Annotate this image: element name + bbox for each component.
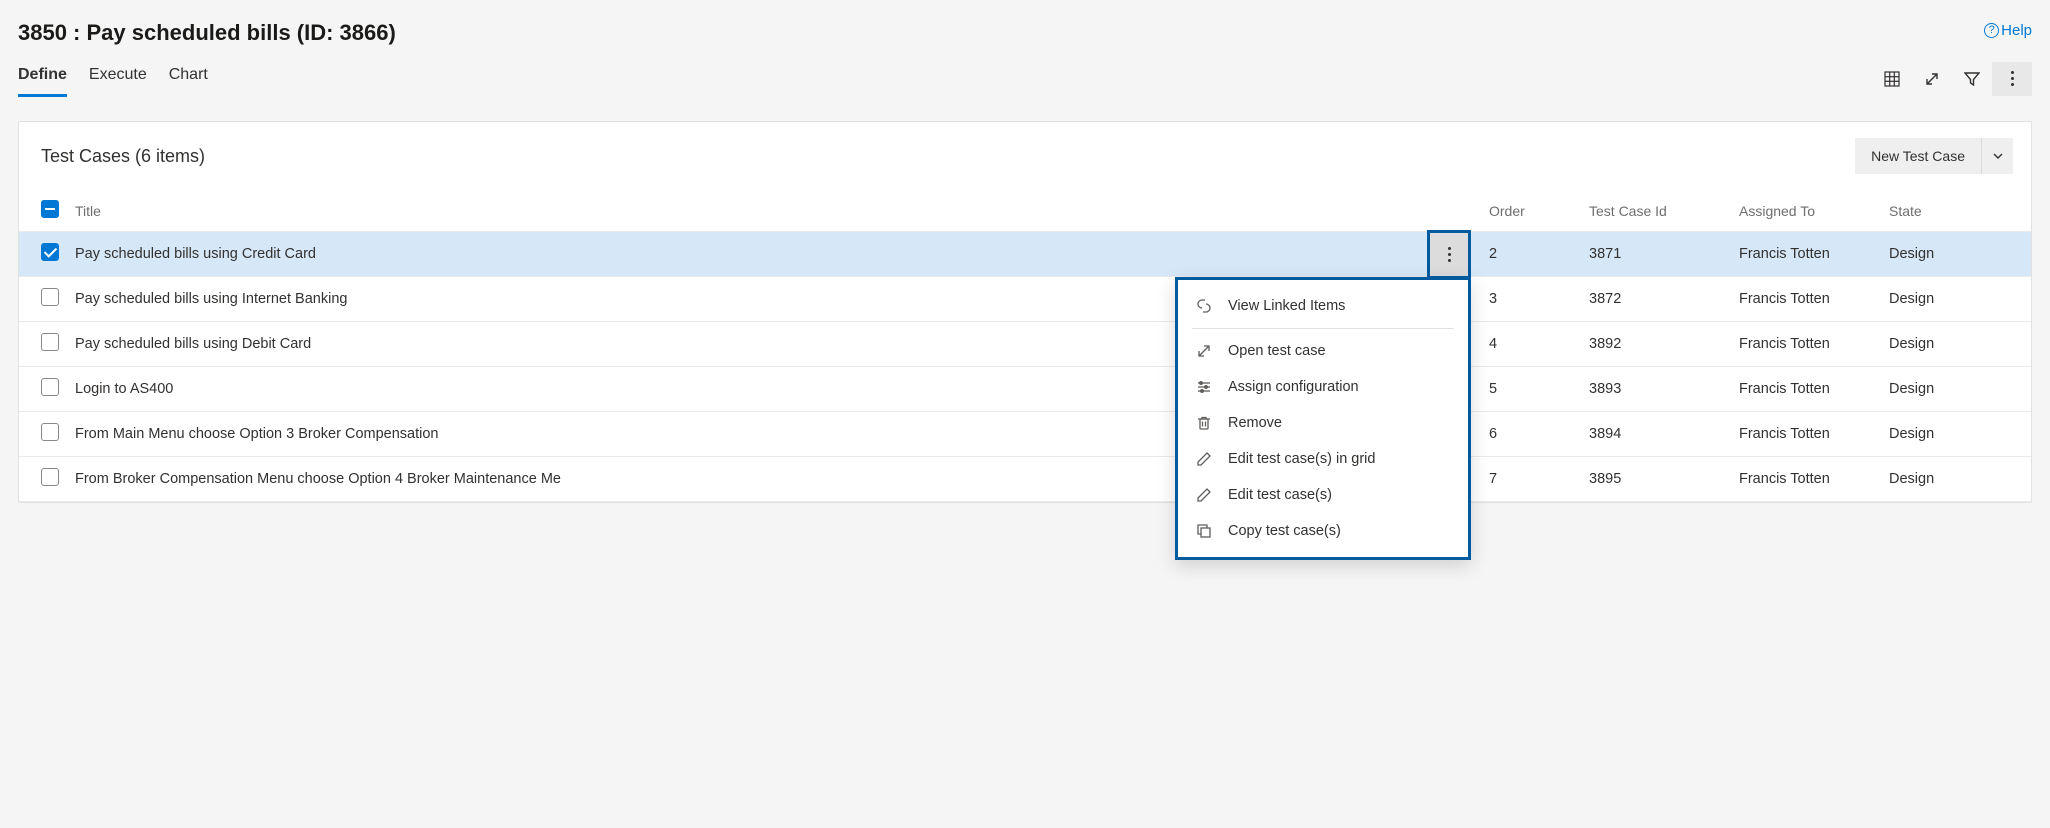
chevron-down-icon xyxy=(1992,150,2004,162)
edit-icon xyxy=(1196,451,1212,467)
menu-item-label: Edit test case(s) in grid xyxy=(1228,451,1375,467)
menu-item-remove[interactable]: Remove xyxy=(1178,405,1468,441)
kebab-icon xyxy=(1448,247,1451,262)
menu-item-label: Copy test case(s) xyxy=(1228,523,1341,539)
column-header-title[interactable]: Title xyxy=(67,190,1481,232)
test-cases-table: Title Order Test Case Id Assigned To Sta… xyxy=(19,190,2031,502)
row-state: Design xyxy=(1881,412,2031,457)
column-header-order[interactable]: Order xyxy=(1481,190,1581,232)
row-assigned-to: Francis Totten xyxy=(1731,322,1881,367)
page-title: 3850 : Pay scheduled bills (ID: 3866) xyxy=(18,16,396,60)
row-checkbox[interactable] xyxy=(41,333,59,351)
row-test-case-id: 3871 xyxy=(1581,232,1731,277)
expand-button[interactable] xyxy=(1912,62,1952,96)
row-test-case-id: 3892 xyxy=(1581,322,1731,367)
row-checkbox[interactable] xyxy=(41,288,59,306)
tab-execute[interactable]: Execute xyxy=(89,60,147,97)
menu-item-label: Open test case xyxy=(1228,343,1326,359)
tab-define[interactable]: Define xyxy=(18,60,67,97)
row-checkbox[interactable] xyxy=(41,423,59,441)
tab-chart[interactable]: Chart xyxy=(169,60,208,97)
column-header-test-case-id[interactable]: Test Case Id xyxy=(1581,190,1731,232)
table-row[interactable]: Pay scheduled bills using Debit Card4389… xyxy=(19,322,2031,367)
row-order: 4 xyxy=(1481,322,1581,367)
row-state: Design xyxy=(1881,277,2031,322)
menu-item-label: Edit test case(s) xyxy=(1228,487,1332,503)
table-row[interactable]: From Broker Compensation Menu choose Opt… xyxy=(19,457,2031,502)
config-icon xyxy=(1196,379,1212,395)
column-header-assigned-to[interactable]: Assigned To xyxy=(1731,190,1881,232)
select-all-checkbox[interactable] xyxy=(41,200,59,218)
context-menu: View Linked Items Open test case Assign co… xyxy=(1175,277,1471,560)
edit-icon xyxy=(1196,487,1212,503)
row-assigned-to: Francis Totten xyxy=(1731,232,1881,277)
more-actions-button[interactable] xyxy=(1992,62,2032,96)
menu-item-open-test-case[interactable]: Open test case xyxy=(1178,333,1468,369)
menu-item-edit-test-case-s[interactable]: Edit test case(s) xyxy=(1178,477,1468,513)
filter-button[interactable] xyxy=(1952,62,1992,96)
row-order: 2 xyxy=(1481,232,1581,277)
row-order: 3 xyxy=(1481,277,1581,322)
menu-item-edit-test-case-s-in-grid[interactable]: Edit test case(s) in grid xyxy=(1178,441,1468,477)
row-assigned-to: Francis Totten xyxy=(1731,367,1881,412)
toolbar xyxy=(1872,62,2032,96)
menu-item-label: Remove xyxy=(1228,415,1282,431)
row-state: Design xyxy=(1881,232,2031,277)
table-row[interactable]: From Main Menu choose Option 3 Broker Co… xyxy=(19,412,2031,457)
row-test-case-id: 3893 xyxy=(1581,367,1731,412)
copy-icon xyxy=(1196,523,1212,539)
table-row[interactable]: Pay scheduled bills using Credit Card238… xyxy=(19,232,2031,277)
row-test-case-id: 3895 xyxy=(1581,457,1731,502)
row-checkbox[interactable] xyxy=(41,378,59,396)
row-test-case-id: 3872 xyxy=(1581,277,1731,322)
kebab-icon xyxy=(2011,71,2014,86)
card-title: Test Cases (6 items) xyxy=(41,146,205,167)
row-order: 7 xyxy=(1481,457,1581,502)
row-title[interactable]: Pay scheduled bills using Credit Card xyxy=(67,232,1481,277)
row-state: Design xyxy=(1881,457,2031,502)
row-test-case-id: 3894 xyxy=(1581,412,1731,457)
row-order: 6 xyxy=(1481,412,1581,457)
row-state: Design xyxy=(1881,367,2031,412)
grid-view-button[interactable] xyxy=(1872,62,1912,96)
help-label: Help xyxy=(2001,22,2032,39)
trash-icon xyxy=(1196,415,1212,431)
table-row[interactable]: Pay scheduled bills using Internet Banki… xyxy=(19,277,2031,322)
row-assigned-to: Francis Totten xyxy=(1731,412,1881,457)
row-assigned-to: Francis Totten xyxy=(1731,277,1881,322)
row-order: 5 xyxy=(1481,367,1581,412)
grid-icon xyxy=(1884,71,1900,87)
menu-item-label: Assign configuration xyxy=(1228,379,1359,395)
menu-item-assign-configuration[interactable]: Assign configuration xyxy=(1178,369,1468,405)
open-icon xyxy=(1196,343,1212,359)
new-test-case-dropdown[interactable] xyxy=(1981,138,2013,174)
menu-item-view-linked-items[interactable]: View Linked Items xyxy=(1178,288,1468,324)
help-icon: ? xyxy=(1984,23,1999,38)
row-state: Design xyxy=(1881,322,2031,367)
expand-icon xyxy=(1924,71,1940,87)
tabs: Define Execute Chart xyxy=(18,60,208,97)
new-test-case-group: New Test Case xyxy=(1855,138,2013,174)
link-icon xyxy=(1196,298,1212,314)
row-assigned-to: Francis Totten xyxy=(1731,457,1881,502)
row-checkbox[interactable] xyxy=(41,468,59,486)
menu-item-copy-test-case-s[interactable]: Copy test case(s) xyxy=(1178,513,1468,549)
row-checkbox[interactable] xyxy=(41,243,59,261)
menu-item-label: View Linked Items xyxy=(1228,298,1345,314)
new-test-case-button[interactable]: New Test Case xyxy=(1855,138,1981,174)
row-actions-button[interactable] xyxy=(1427,230,1471,279)
filter-icon xyxy=(1964,71,1980,87)
test-cases-card: Test Cases (6 items) New Test Case Title… xyxy=(18,121,2032,503)
table-row[interactable]: Login to AS40053893Francis TottenDesign xyxy=(19,367,2031,412)
column-header-state[interactable]: State xyxy=(1881,190,2031,232)
help-link[interactable]: ? Help xyxy=(1984,22,2032,39)
menu-divider xyxy=(1192,328,1454,329)
